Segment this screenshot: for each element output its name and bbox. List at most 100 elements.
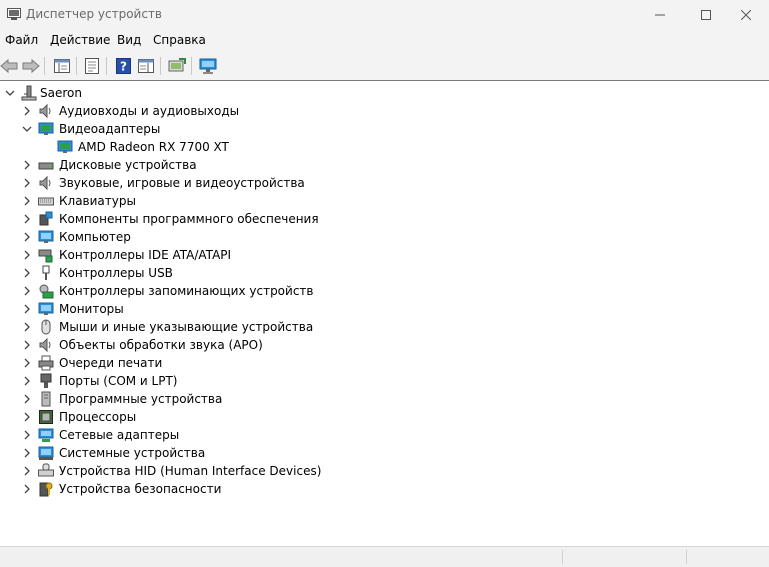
scan-hardware-button[interactable]	[197, 55, 219, 77]
tree-item-label: Видеоадаптеры	[59, 122, 161, 136]
title-bar: Диспетчер устройств	[0, 0, 769, 30]
help-button[interactable]: ?	[112, 55, 134, 77]
speaker-icon	[39, 337, 51, 353]
tree-item-audio-io[interactable]: Аудиовходы и аудиовыходы	[0, 102, 769, 120]
ide-controller-icon	[38, 249, 53, 263]
monitor-icon	[38, 302, 54, 315]
chevron-right-icon[interactable]	[21, 105, 33, 117]
computer-icon	[38, 230, 54, 243]
chevron-right-icon[interactable]	[21, 321, 33, 333]
chevron-right-icon[interactable]	[21, 267, 33, 279]
status-separator	[686, 550, 687, 564]
toolbar-separator	[160, 57, 161, 75]
chevron-right-icon[interactable]	[21, 285, 33, 297]
tree-item-security-devices[interactable]: Устройства безопасности	[0, 480, 769, 498]
svg-text:?: ?	[120, 60, 127, 74]
chevron-down-icon[interactable]	[4, 87, 16, 99]
chevron-right-icon[interactable]	[21, 483, 33, 495]
computer-root-icon	[21, 85, 37, 101]
tree-item-usb-controllers[interactable]: Контроллеры USB	[0, 264, 769, 282]
tree-item-hid[interactable]: Устройства HID (Human Interface Devices)	[0, 462, 769, 480]
tree-item-label: Компоненты программного обеспечения	[59, 212, 319, 226]
usb-icon	[42, 265, 50, 280]
tree-item-computer[interactable]: Компьютер	[0, 228, 769, 246]
tree-item-ide-controllers[interactable]: Контроллеры IDE ATA/ATAPI	[0, 246, 769, 264]
chevron-right-icon[interactable]	[21, 213, 33, 225]
software-component-icon	[39, 211, 53, 226]
action-pane-icon	[138, 59, 154, 73]
tree-item-label: Сетевые адаптеры	[59, 428, 180, 442]
chevron-down-icon[interactable]	[21, 123, 33, 135]
speaker-icon	[39, 175, 51, 191]
tree-item-sound-video-game[interactable]: Звуковые, игровые и видеоустройства	[0, 174, 769, 192]
chevron-right-icon[interactable]	[21, 447, 33, 459]
tree-item-software-components[interactable]: Компоненты программного обеспечения	[0, 210, 769, 228]
tree-item-disk-drives[interactable]: Дисковые устройства	[0, 156, 769, 174]
tree-item-label: Очереди печати	[59, 356, 163, 370]
menu-help[interactable]: Справка	[153, 33, 206, 47]
forward-icon	[22, 59, 40, 73]
status-bar	[0, 546, 769, 567]
tree-item-processors[interactable]: Процессоры	[0, 408, 769, 426]
tree-item-monitors[interactable]: Мониторы	[0, 300, 769, 318]
keyboard-icon	[38, 197, 54, 206]
port-icon	[40, 373, 52, 388]
toolbar-separator	[191, 57, 192, 75]
tree-item-label: Порты (COM и LPT)	[59, 374, 178, 388]
tree-item-keyboards[interactable]: Клавиатуры	[0, 192, 769, 210]
chevron-right-icon[interactable]	[21, 159, 33, 171]
chevron-right-icon[interactable]	[21, 177, 33, 189]
disk-drive-icon	[38, 162, 54, 170]
chevron-right-icon[interactable]	[21, 393, 33, 405]
forward-button[interactable]	[20, 55, 42, 77]
chevron-right-icon[interactable]	[21, 303, 33, 315]
tree-item-label: Звуковые, игровые и видеоустройства	[59, 176, 305, 190]
update-driver-icon	[168, 58, 186, 72]
show-hide-tree-icon	[54, 59, 70, 73]
chevron-right-icon[interactable]	[21, 231, 33, 243]
window-title: Диспетчер устройств	[26, 7, 163, 21]
tree-item-software-devices[interactable]: Программные устройства	[0, 390, 769, 408]
chevron-right-icon[interactable]	[21, 375, 33, 387]
display-adapter-icon	[57, 140, 73, 153]
chevron-right-icon[interactable]	[21, 429, 33, 441]
menu-view[interactable]: Вид	[117, 33, 141, 47]
tree-child-label: AMD Radeon RX 7700 XT	[78, 140, 229, 154]
tree-child-gpu[interactable]: AMD Radeon RX 7700 XT	[0, 138, 769, 156]
properties-button[interactable]	[81, 55, 103, 77]
tree-item-apo[interactable]: Объекты обработки звука (APO)	[0, 336, 769, 354]
back-button[interactable]	[0, 55, 20, 77]
tree-root-label: Saeron	[40, 86, 82, 100]
tree-item-display-adapters[interactable]: Видеоадаптеры	[0, 120, 769, 138]
tree-item-label: Системные устройства	[59, 446, 206, 460]
action-pane-button[interactable]	[135, 55, 157, 77]
update-driver-button[interactable]	[166, 55, 188, 77]
chevron-right-icon[interactable]	[21, 411, 33, 423]
menu-file[interactable]: Файл	[5, 33, 38, 47]
chevron-right-icon[interactable]	[21, 357, 33, 369]
show-hide-tree-button[interactable]	[51, 55, 73, 77]
tree-root[interactable]: Saeron	[0, 84, 769, 102]
close-button[interactable]	[723, 0, 769, 30]
toolbar-separator	[106, 57, 107, 75]
tree-item-network-adapters[interactable]: Сетевые адаптеры	[0, 426, 769, 444]
tree-item-label: Компьютер	[59, 230, 131, 244]
processor-icon	[39, 410, 53, 424]
minimize-button[interactable]	[637, 0, 683, 30]
chevron-right-icon[interactable]	[21, 339, 33, 351]
device-tree: Saeron Аудиовходы и аудиовыходы Видеоада…	[0, 82, 769, 542]
tree-item-label: Контроллеры запоминающих устройств	[59, 284, 314, 298]
security-device-icon	[39, 482, 53, 497]
tree-item-print-queues[interactable]: Очереди печати	[0, 354, 769, 372]
tree-item-ports[interactable]: Порты (COM и LPT)	[0, 372, 769, 390]
system-device-icon	[38, 446, 54, 460]
tree-item-storage-controllers[interactable]: Контроллеры запоминающих устройств	[0, 282, 769, 300]
chevron-right-icon[interactable]	[21, 195, 33, 207]
tree-item-system-devices[interactable]: Системные устройства	[0, 444, 769, 462]
tree-item-mice[interactable]: Мыши и иные указывающие устройства	[0, 318, 769, 336]
tree-item-label: Программные устройства	[59, 392, 223, 406]
chevron-right-icon[interactable]	[21, 249, 33, 261]
menu-action[interactable]: Действие	[50, 33, 110, 47]
chevron-right-icon[interactable]	[21, 465, 33, 477]
toolbar: ?	[0, 52, 769, 81]
